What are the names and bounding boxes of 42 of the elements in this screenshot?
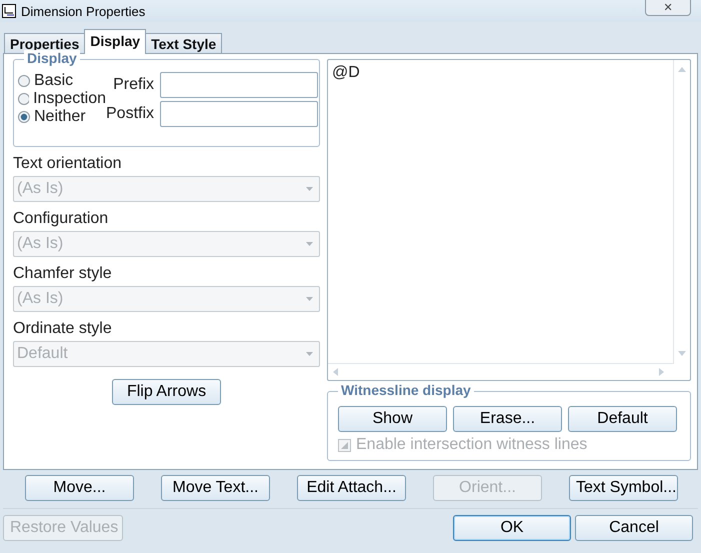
dropdown-arrow-icon — [306, 187, 313, 191]
tab[interactable]: Text Style — [145, 33, 222, 53]
dropdown-arrow-icon — [306, 242, 313, 246]
group-title: Display — [24, 50, 80, 66]
close-button[interactable]: ✕ — [645, 0, 691, 16]
field-label: Ordinate style — [13, 320, 113, 338]
action-button[interactable]: Move Text... — [161, 475, 270, 501]
radio-button[interactable] — [18, 75, 30, 87]
field-label: Text orientation — [13, 155, 123, 173]
witnessline-button[interactable]: Show — [338, 406, 447, 432]
dropdown-arrow-icon — [306, 297, 313, 301]
radio-label: Basic — [34, 72, 74, 90]
cancel-button[interactable]: Cancel — [575, 515, 693, 541]
checkbox-label: Enable intersection witness lines — [356, 436, 588, 454]
action-button[interactable]: Move... — [25, 475, 134, 501]
witnessline-button[interactable]: Default — [568, 406, 677, 432]
group-title: Witnessline display — [338, 382, 474, 398]
text-area[interactable]: @D — [327, 59, 691, 381]
field-label: Postfix — [106, 105, 154, 123]
witnessline-button[interactable]: Erase... — [453, 406, 562, 432]
flip-arrows-button[interactable]: Flip Arrows — [112, 379, 221, 405]
radio-label: Neither — [34, 108, 86, 126]
scroll-up-icon[interactable] — [678, 67, 686, 72]
radio-button[interactable] — [18, 93, 30, 105]
field-label: Configuration — [13, 210, 110, 228]
dimension-icon — [2, 4, 16, 18]
action-button[interactable]: Edit Attach... — [297, 475, 406, 501]
field-label: Prefix — [112, 76, 154, 94]
scroll-right-icon[interactable] — [659, 368, 664, 376]
radio-label: Inspection — [33, 90, 106, 108]
input-field[interactable] — [160, 72, 318, 98]
field-label: Chamfer style — [13, 265, 113, 283]
radio-button[interactable] — [18, 111, 30, 123]
action-button[interactable]: Text Symbol... — [569, 475, 678, 501]
ok-button[interactable]: OK — [453, 515, 571, 541]
window-title: Dimension Properties — [21, 4, 146, 18]
dropdown-arrow-icon — [306, 352, 313, 356]
input-field[interactable] — [160, 101, 318, 127]
scroll-left-icon[interactable] — [333, 368, 338, 376]
text-value: @D — [332, 64, 360, 82]
tab[interactable]: Display — [84, 29, 146, 54]
scroll-down-icon[interactable] — [678, 351, 686, 356]
